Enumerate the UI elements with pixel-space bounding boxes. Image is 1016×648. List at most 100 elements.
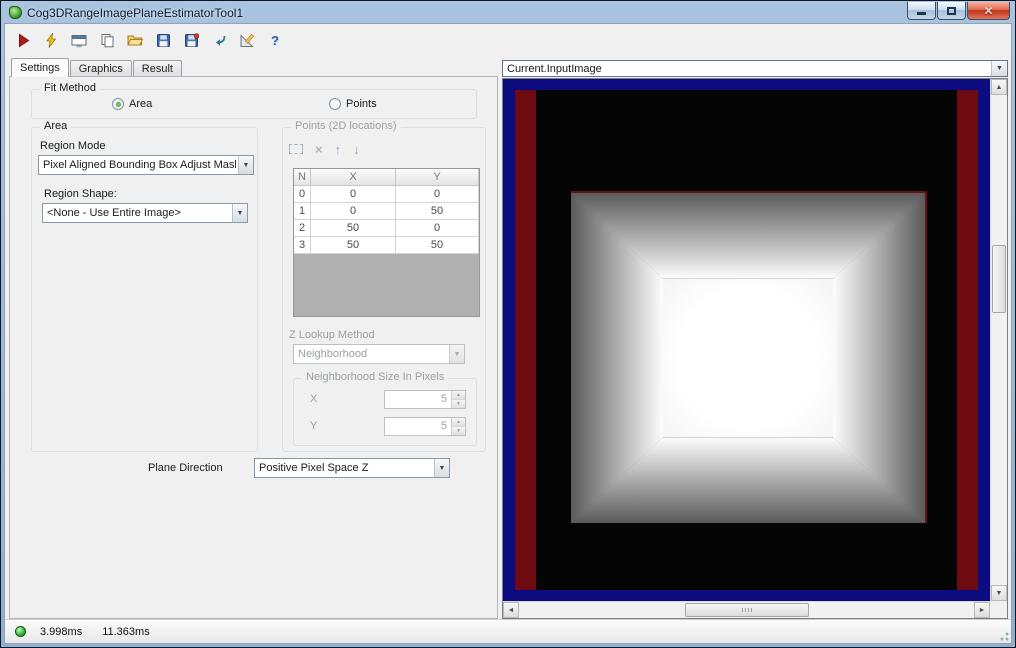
app-window: Cog3DRangeImagePlaneEstimatorTool1 ✕ ? S… (0, 0, 1016, 648)
neighborhood-x-stepper[interactable]: 5 ▲ ▼ (384, 390, 466, 409)
points-group: Points (2D locations) × ↑ ↓ N X Y 0 0 0 … (282, 120, 486, 452)
move-down-icon[interactable]: ↓ (353, 143, 360, 156)
horizontal-scrollbar[interactable]: ◄ ► (503, 601, 990, 618)
fit-method-points-radio[interactable]: Points (329, 98, 377, 110)
points-table-header: N X Y (294, 169, 479, 186)
neighborhood-x-value: 5 (440, 393, 447, 405)
minimize-button[interactable] (907, 2, 936, 20)
range-image-view[interactable] (503, 79, 990, 601)
cell: 0 (396, 220, 479, 237)
neighborhood-y-stepper[interactable]: 5 ▲ ▼ (384, 417, 466, 436)
image-left-stripe (515, 90, 536, 590)
cell: 0 (294, 186, 311, 203)
col-header-n: N (294, 169, 311, 186)
col-header-y: Y (396, 169, 479, 186)
status-bar: 3.998ms 11.363ms (5, 619, 1011, 643)
vertical-scroll-thumb[interactable] (992, 245, 1006, 313)
height-map-plateau (663, 278, 833, 438)
neighborhood-y-label: Y (310, 420, 318, 432)
scroll-down-icon[interactable]: ▼ (991, 585, 1007, 601)
run-icon[interactable] (14, 32, 32, 49)
region-shape-select[interactable]: <None - Use Entire Image> ▼ (42, 203, 248, 223)
spin-up-icon[interactable]: ▲ (452, 418, 465, 427)
neighborhood-group-label: Neighborhood Size In Pixels (302, 371, 449, 383)
selection-rect-icon[interactable] (289, 144, 303, 154)
cell: 50 (396, 203, 479, 220)
delete-x-icon[interactable]: × (315, 143, 323, 156)
maximize-button[interactable] (937, 2, 966, 20)
region-mode-label: Region Mode (40, 140, 106, 152)
chevron-down-icon: ▼ (449, 345, 464, 363)
vertical-scrollbar[interactable]: ▲ ▼ (990, 79, 1007, 601)
app-icon (9, 6, 22, 19)
height-map-square (571, 191, 927, 523)
region-mode-select[interactable]: Pixel Aligned Bounding Box Adjust Mask ▼ (38, 155, 254, 175)
ruler-pencil-icon[interactable] (238, 32, 256, 49)
maximize-icon (947, 6, 956, 15)
scrollbar-corner (990, 601, 1007, 618)
region-mode-value: Pixel Aligned Bounding Box Adjust Mask (43, 159, 236, 171)
cell: 0 (311, 203, 396, 220)
spin-up-icon[interactable]: ▲ (452, 391, 465, 400)
region-shape-label: Region Shape: (44, 188, 117, 200)
z-lookup-select[interactable]: Neighborhood ▼ (293, 344, 465, 364)
table-row: 1 0 50 (294, 203, 479, 220)
table-row: 2 50 0 (294, 220, 479, 237)
record-selector[interactable]: Current.InputImage ▼ (502, 60, 1008, 77)
fit-method-area-radio[interactable]: Area (112, 98, 152, 110)
points-group-label: Points (2D locations) (291, 120, 401, 132)
image-right-stripe (957, 90, 978, 590)
table-row: 3 50 50 (294, 237, 479, 254)
cell: 0 (396, 186, 479, 203)
scroll-up-icon[interactable]: ▲ (991, 79, 1007, 95)
plane-direction-value: Positive Pixel Space Z (259, 462, 369, 474)
spin-down-icon[interactable]: ▼ (452, 427, 465, 435)
main-area: Settings Graphics Result Fit Method Area (5, 56, 1011, 619)
neighborhood-x-label: X (310, 393, 318, 405)
open-file-icon[interactable] (126, 32, 144, 49)
settings-tab-page: Fit Method Area Points Area Region Mode … (9, 76, 498, 619)
revert-icon[interactable] (210, 32, 228, 49)
window-title: Cog3DRangeImagePlaneEstimatorTool1 (27, 5, 244, 20)
toolbar: ? (5, 24, 1011, 56)
scroll-left-icon[interactable]: ◄ (503, 602, 519, 618)
horizontal-scroll-thumb[interactable] (684, 603, 809, 617)
close-button[interactable]: ✕ (967, 2, 1010, 20)
chevron-down-icon: ▼ (238, 156, 253, 174)
fit-method-points-label: Points (346, 98, 377, 110)
z-lookup-value: Neighborhood (298, 348, 368, 360)
close-icon: ✕ (983, 3, 994, 18)
radio-checked-icon (112, 98, 124, 110)
plane-direction-label: Plane Direction (148, 462, 223, 474)
tabstrip: Settings Graphics Result (9, 58, 498, 77)
help-icon[interactable]: ? (266, 32, 284, 49)
points-table[interactable]: N X Y 0 0 0 1 0 50 2 50 0 3 50 50 (293, 168, 480, 317)
app-client-area: ? Settings Graphics Result Fit Method Ar… (4, 23, 1012, 644)
titlebar[interactable]: Cog3DRangeImagePlaneEstimatorTool1 ✕ (4, 1, 1012, 23)
chevron-down-icon: ▼ (991, 61, 1007, 76)
scroll-right-icon[interactable]: ► (974, 602, 990, 618)
neighborhood-group: Neighborhood Size In Pixels X 5 ▲ ▼ Y 5 … (293, 371, 477, 446)
copy-results-icon[interactable] (98, 32, 116, 49)
move-up-icon[interactable]: ↑ (335, 143, 342, 156)
tab-settings[interactable]: Settings (11, 58, 69, 77)
cell: 50 (396, 237, 479, 254)
spin-down-icon[interactable]: ▼ (452, 400, 465, 408)
area-group: Area Region Mode Pixel Aligned Bounding … (31, 120, 258, 452)
settings-tabcontrol: Settings Graphics Result Fit Method Area (9, 58, 498, 619)
z-lookup-label: Z Lookup Method (289, 329, 375, 341)
tab-graphics[interactable]: Graphics (69, 60, 132, 77)
fit-method-group: Fit Method Area Points (31, 82, 477, 119)
resize-grip[interactable] (997, 629, 1009, 641)
run-electric-icon[interactable] (42, 32, 60, 49)
fit-method-area-label: Area (129, 98, 153, 110)
minimize-icon (917, 12, 926, 15)
save-image-icon[interactable] (182, 32, 200, 49)
tab-result[interactable]: Result (132, 60, 182, 77)
show-display-icon[interactable] (70, 32, 88, 49)
points-mini-toolbar: × ↑ ↓ (289, 140, 360, 158)
plane-direction-select[interactable]: Positive Pixel Space Z ▼ (254, 458, 450, 478)
image-panel: Current.InputImage ▼ ▲ ▼ ◄ ► (502, 58, 1008, 619)
save-file-icon[interactable] (154, 32, 172, 49)
chevron-down-icon: ▼ (232, 204, 247, 222)
